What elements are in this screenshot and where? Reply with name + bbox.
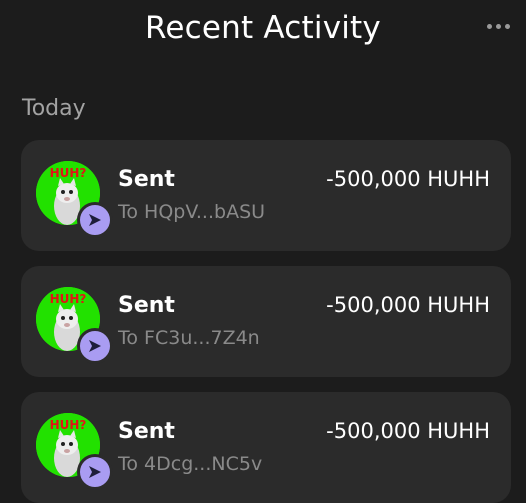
header: Recent Activity [0, 0, 526, 62]
send-arrow-icon [77, 328, 113, 364]
activity-item[interactable]: HUH? Sent To FC3u...7Z4n -500,000 HUHH [21, 266, 511, 377]
send-arrow-icon [77, 454, 113, 490]
activity-type: Sent [118, 293, 175, 318]
amount: -500,000 HUHH [326, 293, 490, 317]
page-title: Recent Activity [145, 10, 381, 46]
svg-text:HUH?: HUH? [50, 166, 87, 180]
menu-dot [505, 24, 510, 29]
menu-dot [496, 24, 501, 29]
activity-type: Sent [118, 167, 175, 192]
activity-item[interactable]: HUH? Sent To HQpV...bASU -500,000 HUHH [21, 140, 511, 251]
amount: -500,000 HUHH [326, 419, 490, 443]
activity-type: Sent [118, 419, 175, 444]
recipient-address: To 4Dcg...NC5v [118, 453, 263, 475]
send-arrow-icon [77, 202, 113, 238]
activity-item[interactable]: HUH? Sent To 4Dcg...NC5v -500,000 HUHH [21, 392, 511, 503]
more-options-icon[interactable] [487, 24, 510, 29]
svg-text:HUH?: HUH? [50, 292, 87, 306]
svg-text:HUH?: HUH? [50, 418, 87, 432]
recipient-address: To FC3u...7Z4n [118, 327, 260, 349]
amount: -500,000 HUHH [326, 167, 490, 191]
recipient-address: To HQpV...bASU [118, 201, 266, 223]
menu-dot [487, 24, 492, 29]
section-label-today: Today [22, 96, 86, 121]
